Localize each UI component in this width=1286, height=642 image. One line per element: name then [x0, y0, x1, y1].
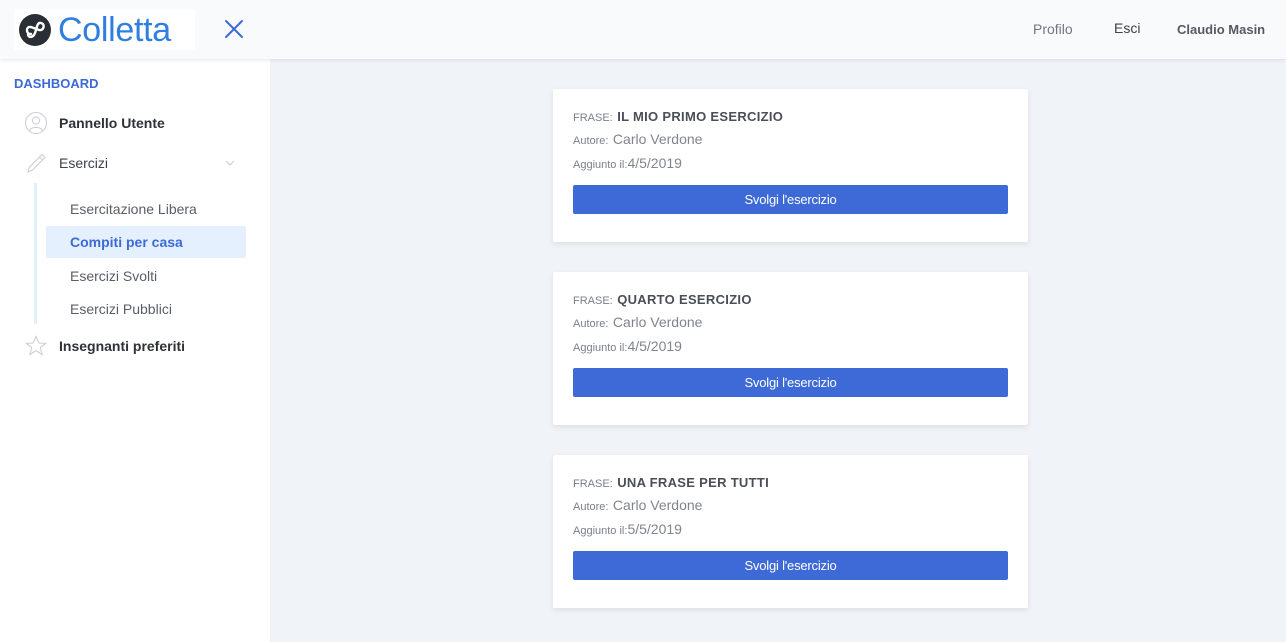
brand-name: Colletta [58, 10, 171, 49]
exercise-title: QUARTO ESERCIZIO [617, 292, 752, 307]
exercise-date: 5/5/2019 [627, 521, 682, 537]
top-bar: Colletta Profilo Esci Claudio Masin [0, 0, 1286, 59]
author-label: Autore: [573, 501, 609, 513]
sidebar-item-label: Esercizi [59, 155, 109, 171]
pencil-icon [27, 153, 46, 173]
start-exercise-button[interactable]: Svolgi l'esercizio [573, 368, 1008, 397]
exercise-author: Carlo Verdone [612, 131, 703, 147]
sidebar-item-label: Insegnanti preferiti [59, 338, 186, 354]
date-row: Aggiunto il:4/5/2019 [573, 155, 682, 173]
author-row: Autore: Carlo Verdone [573, 497, 702, 515]
close-icon[interactable] [222, 17, 246, 41]
phrase-label: FRASE: [573, 478, 613, 490]
infinity-logo-icon [19, 13, 51, 46]
sidebar-subitem-esercizi-pubblici[interactable]: Esercizi Pubblici [46, 293, 246, 325]
brand-logo[interactable]: Colletta [14, 9, 195, 50]
exercise-card: FRASE: UNA FRASE PER TUTTI Autore: Carlo… [553, 455, 1028, 608]
sidebar-item-pannello-utente[interactable]: Pannello Utente [0, 108, 270, 138]
user-icon [25, 112, 47, 134]
exercise-date: 4/5/2019 [627, 338, 682, 354]
author-row: Autore: Carlo Verdone [573, 314, 702, 332]
added-label: Aggiunto il: [573, 159, 628, 171]
phrase-label: FRASE: [573, 295, 613, 307]
exercise-card: FRASE: QUARTO ESERCIZIO Autore: Carlo Ve… [553, 272, 1028, 425]
sidebar-subitem-esercizi-svolti[interactable]: Esercizi Svolti [46, 260, 246, 292]
sidebar: DASHBOARD Pannello Utente Esercizi Eserc… [0, 59, 270, 642]
date-row: Aggiunto il:4/5/2019 [573, 338, 682, 356]
phrase-row: FRASE: IL MIO PRIMO ESERCIZIO [573, 108, 783, 126]
logout-link[interactable]: Esci [1114, 20, 1140, 36]
date-row: Aggiunto il:5/5/2019 [573, 521, 682, 539]
submenu-indicator-line [34, 183, 37, 324]
phrase-row: FRASE: QUARTO ESERCIZIO [573, 291, 752, 309]
exercise-card: FRASE: IL MIO PRIMO ESERCIZIO Autore: Ca… [553, 89, 1028, 242]
sidebar-heading: DASHBOARD [14, 76, 99, 91]
exercise-author: Carlo Verdone [612, 497, 703, 513]
start-exercise-button[interactable]: Svolgi l'esercizio [573, 185, 1008, 214]
added-label: Aggiunto il: [573, 342, 628, 354]
author-row: Autore: Carlo Verdone [573, 131, 702, 149]
exercise-author: Carlo Verdone [612, 314, 703, 330]
author-label: Autore: [573, 135, 609, 147]
profile-link[interactable]: Profilo [1033, 21, 1073, 37]
phrase-row: FRASE: UNA FRASE PER TUTTI [573, 474, 769, 492]
exercise-date: 4/5/2019 [627, 155, 682, 171]
sidebar-item-insegnanti-preferiti[interactable]: Insegnanti preferiti [0, 331, 270, 361]
sidebar-subitem-compiti-per-casa[interactable]: Compiti per casa [46, 226, 246, 258]
sidebar-item-label: Pannello Utente [59, 115, 165, 131]
start-exercise-button[interactable]: Svolgi l'esercizio [573, 551, 1008, 580]
star-icon [24, 335, 48, 356]
exercise-title: IL MIO PRIMO ESERCIZIO [617, 109, 784, 124]
sidebar-item-esercizi[interactable]: Esercizi [0, 148, 270, 178]
chevron-down-icon [225, 160, 235, 166]
user-name[interactable]: Claudio Masin [1177, 22, 1265, 37]
sidebar-subitem-esercitazione-libera[interactable]: Esercitazione Libera [46, 193, 246, 225]
added-label: Aggiunto il: [573, 525, 628, 537]
exercise-title: UNA FRASE PER TUTTI [617, 475, 770, 490]
author-label: Autore: [573, 318, 609, 330]
phrase-label: FRASE: [573, 112, 613, 124]
